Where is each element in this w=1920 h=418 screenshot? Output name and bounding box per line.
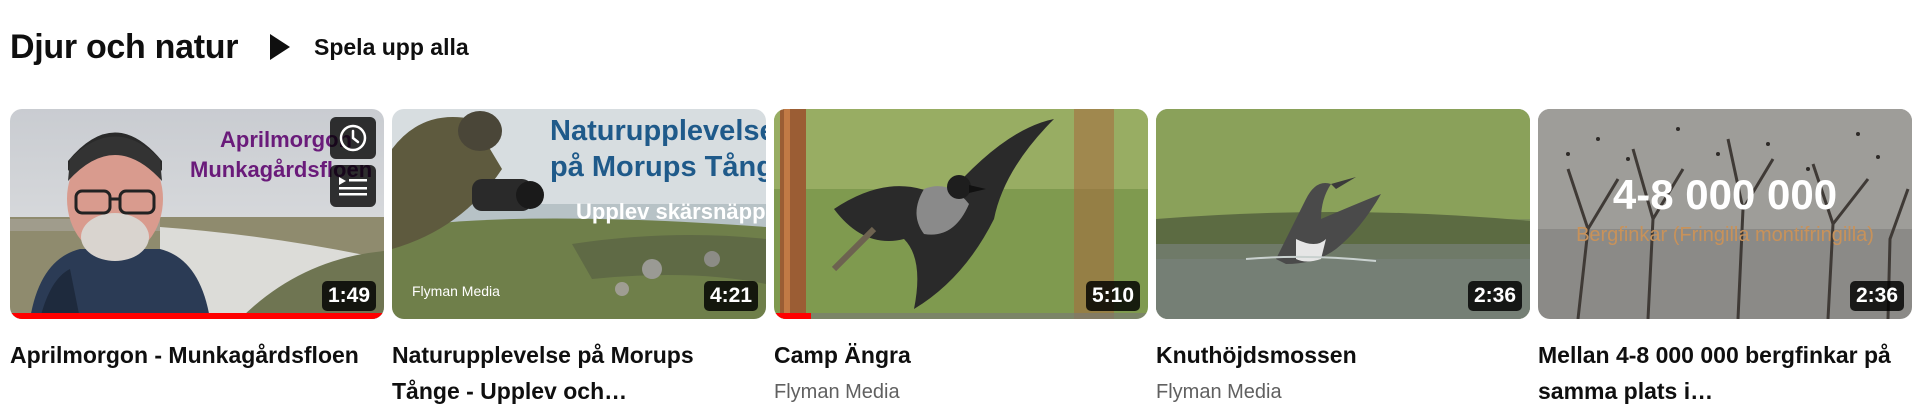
clock-icon bbox=[339, 124, 367, 152]
thumbnail-caption-line: Upplev skärsnäppor bbox=[576, 199, 766, 224]
channel-name[interactable]: Flyman Media bbox=[774, 375, 1148, 409]
add-to-queue-icon bbox=[339, 177, 367, 196]
video-card: Aprilmorgon Munkagårdsfloen 1:49 Aprilmo… bbox=[10, 109, 384, 373]
shelf-header: Djur och natur bbox=[10, 22, 238, 72]
play-all-label: Spela upp alla bbox=[314, 33, 469, 60]
play-all-button[interactable]: Spela upp alla bbox=[268, 22, 469, 72]
video-thumbnail[interactable]: 5:10 bbox=[774, 109, 1148, 319]
video-title[interactable]: Knuthöjdsmossen bbox=[1156, 337, 1516, 373]
progress-track bbox=[774, 313, 1148, 319]
thumbnail-caption-line: Bergfinkar (Fringilla montifringilla) bbox=[1576, 224, 1874, 246]
video-card: Naturupplevelse på Morups Tånge Upplev s… bbox=[392, 109, 766, 409]
watch-later-button[interactable] bbox=[330, 117, 376, 159]
video-thumbnail[interactable]: Aprilmorgon Munkagårdsfloen 1:49 bbox=[10, 109, 384, 319]
video-thumbnail[interactable]: Naturupplevelse på Morups Tånge Upplev s… bbox=[392, 109, 766, 319]
duration-badge: 4:21 bbox=[703, 281, 758, 311]
channel-logo-text: Flyman Media bbox=[412, 283, 500, 299]
thumbnail-caption-line: Naturupplevelse bbox=[550, 115, 766, 147]
video-title[interactable]: Mellan 4-8 000 000 bergfinkar på samma p… bbox=[1538, 337, 1898, 409]
video-title[interactable]: Aprilmorgon - Munkagårdsfloen bbox=[10, 337, 370, 373]
thumbnail-caption-line: 4-8 000 000 bbox=[1612, 171, 1838, 218]
channel-name[interactable]: Flyman Media bbox=[1156, 375, 1530, 409]
play-icon bbox=[270, 34, 290, 60]
shelf-title[interactable]: Djur och natur bbox=[10, 28, 238, 67]
video-card: 2:36 Knuthöjdsmossen Flyman Media bbox=[1156, 109, 1530, 409]
video-card: 5:10 Camp Ängra Flyman Media bbox=[774, 109, 1148, 409]
watch-progress-bar bbox=[774, 313, 812, 319]
duration-badge: 5:10 bbox=[1085, 281, 1140, 311]
video-title[interactable]: Camp Ängra bbox=[774, 337, 1134, 373]
duration-badge: 2:36 bbox=[1467, 281, 1522, 311]
video-thumbnail[interactable]: 2:36 bbox=[1156, 109, 1530, 319]
duration-badge: 2:36 bbox=[1849, 281, 1904, 311]
duration-badge: 1:49 bbox=[321, 281, 376, 311]
thumbnail-caption-line: på Morups Tånge bbox=[550, 151, 766, 183]
video-title[interactable]: Naturupplevelse på Morups Tånge - Upplev… bbox=[392, 337, 752, 409]
video-thumbnail[interactable]: 4-8 000 000 Bergfinkar (Fringilla montif… bbox=[1538, 109, 1912, 319]
video-card: 4-8 000 000 Bergfinkar (Fringilla montif… bbox=[1538, 109, 1912, 409]
watch-progress-bar bbox=[10, 313, 384, 319]
add-to-queue-button[interactable] bbox=[330, 165, 376, 207]
